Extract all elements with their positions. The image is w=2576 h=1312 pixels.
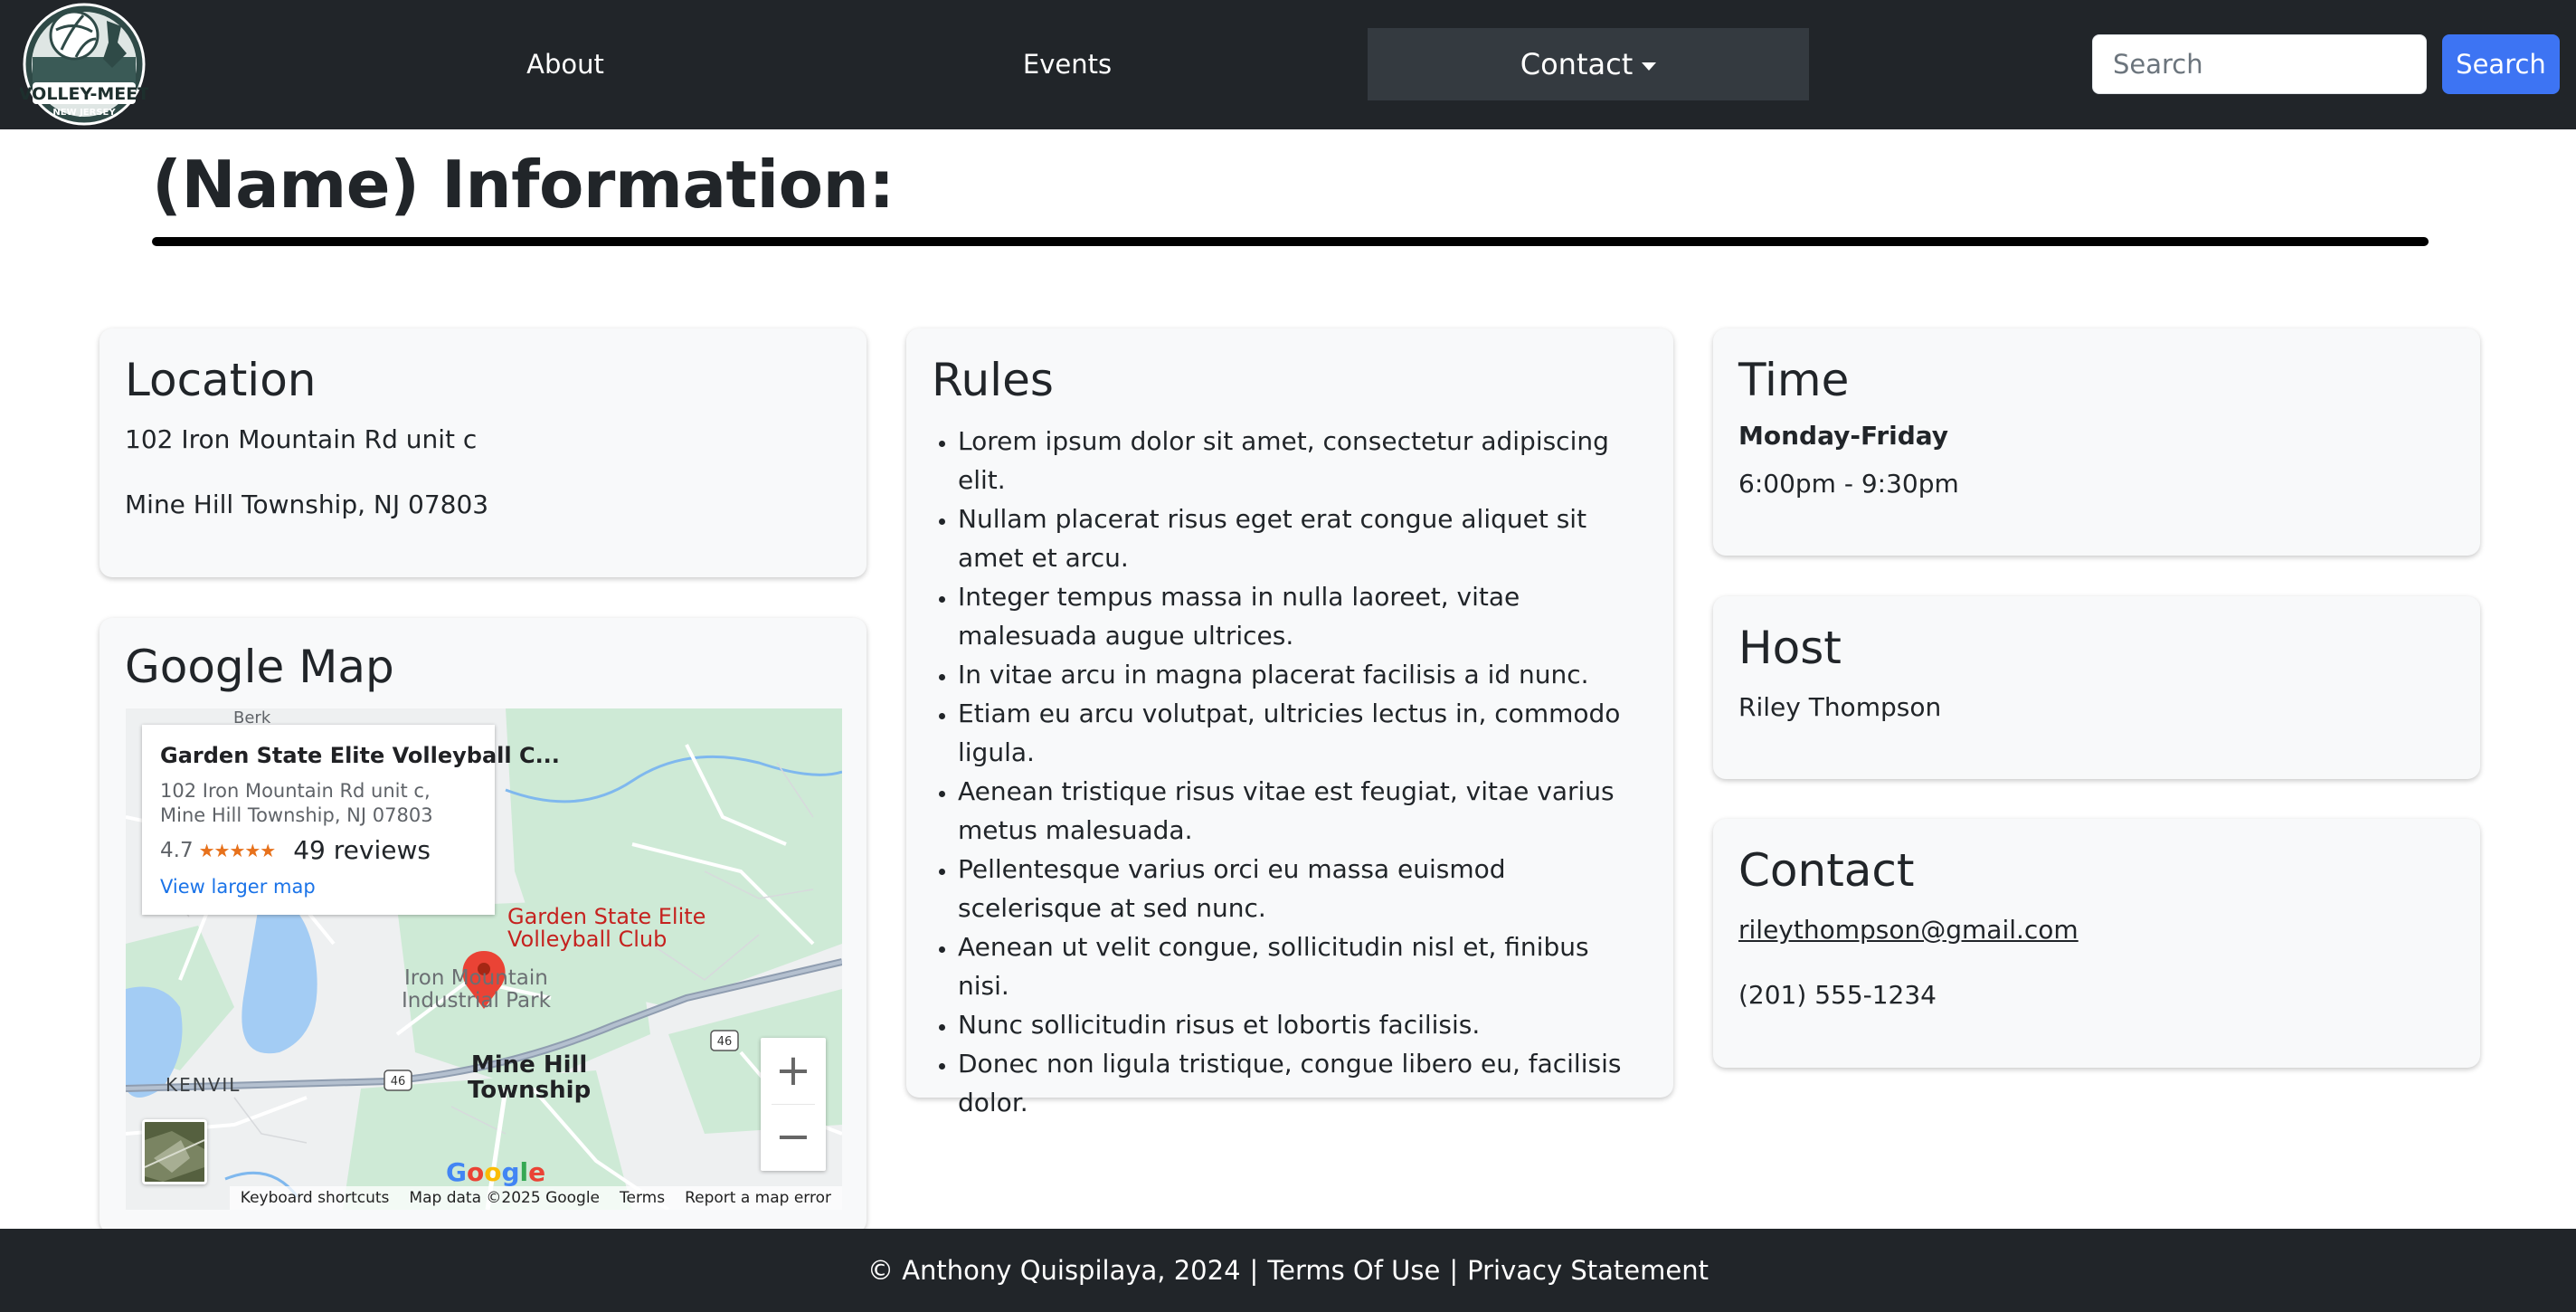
- page-title: (Name) Information:: [152, 147, 895, 223]
- rule-item: Aenean ut velit congue, sollicitudin nis…: [958, 927, 1645, 1005]
- route-46-shield-a: 46: [384, 1070, 412, 1091]
- contact-email-link[interactable]: rileythompson@gmail.com: [1738, 915, 2079, 945]
- time-days: Monday-Friday: [1738, 421, 1949, 451]
- time-card: Time Monday-Friday 6:00pm - 9:30pm: [1713, 328, 2480, 556]
- star-rating-icon: ★★★★★: [198, 839, 277, 861]
- map-label-kenvil: KENVIL: [166, 1074, 242, 1096]
- google-map[interactable]: 46 46 Berk Garden State Elite Volleyball…: [126, 708, 842, 1210]
- rules-card: Rules Lorem ipsum dolor sit amet, consec…: [906, 328, 1673, 1117]
- svg-text:VOLLEY-MEET: VOLLEY-MEET: [20, 84, 148, 104]
- contact-phone: (201) 555-1234: [1738, 980, 1937, 1010]
- rules-heading: Rules: [932, 354, 1054, 406]
- map-data-text: Map data ©2025 Google: [409, 1189, 601, 1207]
- rule-item: Lorem ipsum dolor sit amet, consectetur …: [958, 422, 1645, 499]
- title-divider: [152, 237, 2429, 246]
- rules-list: Lorem ipsum dolor sit amet, consectetur …: [958, 422, 1645, 1122]
- search-input[interactable]: [2092, 34, 2427, 94]
- keyboard-shortcuts-link[interactable]: Keyboard shortcuts: [241, 1189, 390, 1207]
- rule-item: In vitae arcu in magna placerat facilisi…: [958, 655, 1645, 694]
- rule-item: Nullam placerat risus eget erat congue a…: [958, 499, 1645, 577]
- zoom-controls: + −: [761, 1038, 826, 1171]
- footer-separator: |: [1449, 1255, 1459, 1286]
- host-card: Host Riley Thompson: [1713, 596, 2480, 779]
- map-label-mine-hill: Mine Hill Township: [468, 1051, 592, 1104]
- place-address: 102 Iron Mountain Rd unit c, Mine Hill T…: [160, 780, 433, 826]
- zoom-in-button[interactable]: +: [761, 1038, 826, 1104]
- google-map-card: Google Map 46 46 Berk Garden State Elite…: [99, 618, 867, 1233]
- nav-about[interactable]: About: [507, 0, 624, 129]
- contact-heading: Contact: [1738, 844, 1915, 897]
- route-46-shield-b: 46: [710, 1030, 739, 1051]
- rule-item: Integer tempus massa in nulla laoreet, v…: [958, 577, 1645, 655]
- location-heading: Location: [125, 354, 317, 406]
- rule-item: Nunc sollicitudin risus et lobortis faci…: [958, 1005, 1645, 1044]
- satellite-layer-button[interactable]: [142, 1119, 207, 1184]
- rule-item: Etiam eu arcu volutpat, ultricies lectus…: [958, 694, 1645, 772]
- time-heading: Time: [1738, 354, 1850, 406]
- google-logo: Google: [446, 1157, 546, 1187]
- volley-meet-logo[interactable]: VOLLEY-MEET NEW JERSEY: [19, 3, 149, 127]
- rule-item: Donec non ligula tristique, congue liber…: [958, 1044, 1645, 1122]
- view-larger-map-link[interactable]: View larger map: [160, 876, 477, 898]
- navbar: VOLLEY-MEET NEW JERSEY About Events Cont…: [0, 0, 2576, 129]
- reviews-link[interactable]: 49 reviews: [293, 835, 431, 865]
- rule-item: Aenean tristique risus vitae est feugiat…: [958, 772, 1645, 850]
- place-info-box: Garden State Elite Volleyball C... 102 I…: [142, 725, 560, 915]
- zoom-out-button[interactable]: −: [761, 1104, 826, 1170]
- map-terms-link[interactable]: Terms: [620, 1189, 665, 1207]
- rating-value: 4.7: [160, 838, 194, 862]
- map-attribution: Keyboard shortcuts Map data ©2025 Google…: [229, 1186, 842, 1210]
- map-label-place: Garden State Elite Volleyball Club: [507, 904, 706, 952]
- footer-copyright: © Anthony Quispilaya, 2024: [867, 1255, 1241, 1286]
- svg-text:NEW JERSEY: NEW JERSEY: [52, 108, 116, 118]
- contact-card: Contact rileythompson@gmail.com (201) 55…: [1713, 819, 2480, 1068]
- time-hours: 6:00pm - 9:30pm: [1738, 469, 1959, 499]
- address-line2: Mine Hill Township, NJ 07803: [125, 490, 489, 519]
- footer: © Anthony Quispilaya, 2024 | Terms Of Us…: [0, 1229, 2576, 1312]
- footer-terms-link[interactable]: Terms Of Use: [1267, 1255, 1440, 1286]
- search-button[interactable]: Search: [2442, 34, 2560, 94]
- svg-text:46: 46: [391, 1075, 406, 1089]
- address-line1: 102 Iron Mountain Rd unit c: [125, 424, 478, 454]
- report-map-error-link[interactable]: Report a map error: [685, 1189, 831, 1207]
- footer-separator: |: [1249, 1255, 1259, 1286]
- map-label-industrial-park: Iron Mountain Industrial Park: [402, 966, 551, 1013]
- place-rating: 4.7 ★★★★★ 49 reviews: [160, 835, 477, 865]
- nav-contact-label: Contact: [1520, 47, 1634, 81]
- nav-events[interactable]: Events: [1004, 0, 1131, 129]
- location-card: Location 102 Iron Mountain Rd unit c Min…: [99, 328, 867, 577]
- place-name: Garden State Elite Volleyball C...: [160, 743, 560, 768]
- svg-text:46: 46: [717, 1035, 733, 1049]
- rule-item: Pellentesque varius orci eu massa euismo…: [958, 850, 1645, 927]
- host-heading: Host: [1738, 622, 1842, 674]
- caret-down-icon: [1642, 62, 1657, 71]
- footer-privacy-link[interactable]: Privacy Statement: [1467, 1255, 1709, 1286]
- nav-contact-dropdown[interactable]: Contact: [1368, 28, 1809, 100]
- map-heading: Google Map: [125, 641, 394, 693]
- host-name: Riley Thompson: [1738, 692, 1942, 722]
